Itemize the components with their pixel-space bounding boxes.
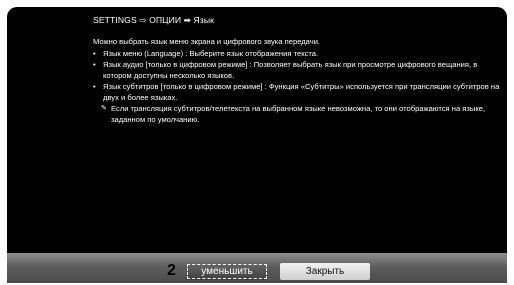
breadcrumb-menu: ОПЦИИ [149, 15, 182, 25]
bullet-dot-icon: • [93, 82, 96, 91]
breadcrumb-root: SETTINGS [93, 15, 137, 25]
shrink-button[interactable]: уменьшить [186, 263, 268, 280]
breadcrumb: SETTINGS ⇨ ОПЦИИ ➡ Язык [93, 15, 503, 26]
arrow-right-icon: ➡ [183, 15, 191, 25]
bullet-dot-icon: • [93, 60, 96, 69]
bullet-subtitle-language: • Язык субтитров [только в цифровом режи… [93, 81, 503, 103]
bullet-dot-icon: • [93, 49, 96, 58]
bullet-text: Язык субтитров [только в цифровом режиме… [103, 82, 500, 102]
arrow-right-outline-icon: ⇨ [139, 15, 147, 25]
page-indicator: 1/ [506, 258, 512, 265]
bullet-text: Язык аудио [только в цифровом режиме] : … [103, 60, 478, 80]
note-icon: ✎ [101, 105, 107, 112]
note-text: Если трансляция субтитров/телетекста на … [111, 104, 486, 124]
bullet-audio-language: • Язык аудио [только в цифровом режиме] … [93, 59, 503, 81]
tv-screen: SETTINGS ⇨ ОПЦИИ ➡ Язык Можно выбрать яз… [7, 7, 507, 283]
note: ✎ Если трансляция субтитров/телетекста н… [93, 103, 503, 125]
close-button[interactable]: Закрыть [280, 263, 370, 280]
step-number-badge: 2 [167, 262, 176, 279]
bullet-menu-language: • Язык меню (Language) : Выберите язык о… [93, 48, 503, 59]
help-content: SETTINGS ⇨ ОПЦИИ ➡ Язык Можно выбрать яз… [93, 15, 503, 125]
intro-text: Можно выбрать язык меню экрана и цифрово… [93, 37, 321, 46]
bullet-text: Язык меню (Language) : Выберите язык ото… [103, 49, 319, 58]
breadcrumb-item: Язык [193, 15, 214, 25]
